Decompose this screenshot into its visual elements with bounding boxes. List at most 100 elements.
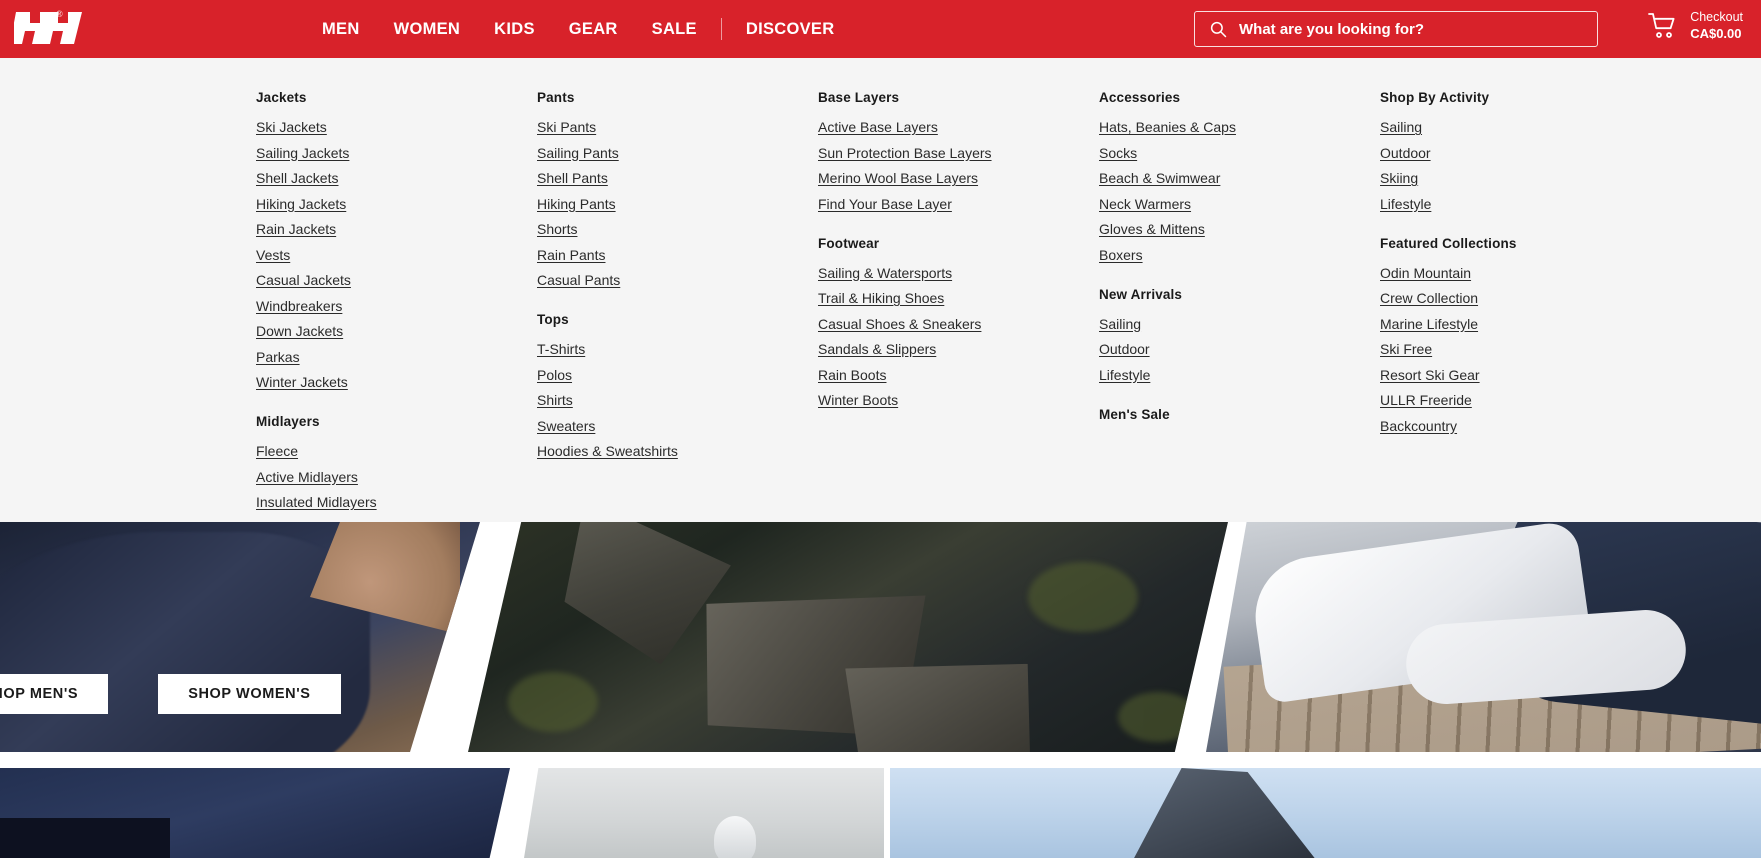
mega-menu-group-tops: Tops T-Shirts Polos Shirts Sweaters Hood…: [537, 312, 818, 459]
link-activity-lifestyle[interactable]: Lifestyle: [1380, 196, 1431, 212]
group-heading-mens-sale[interactable]: Men's Sale: [1099, 407, 1380, 422]
nav-item-men[interactable]: MEN: [305, 0, 377, 58]
group-heading-pants: Pants: [537, 90, 575, 105]
link-t-shirts[interactable]: T-Shirts: [537, 341, 585, 357]
link-activity-outdoor[interactable]: Outdoor: [1380, 145, 1431, 161]
link-rain-boots[interactable]: Rain Boots: [818, 367, 886, 383]
mega-menu-columns: Jackets Ski Jackets Sailing Jackets Shel…: [0, 90, 1761, 534]
hero-image-moss-2: [1028, 562, 1138, 632]
link-shorts[interactable]: Shorts: [537, 221, 577, 237]
link-hats-beanies-caps[interactable]: Hats, Beanies & Caps: [1099, 119, 1236, 135]
link-ski-pants[interactable]: Ski Pants: [537, 119, 596, 135]
link-rain-pants[interactable]: Rain Pants: [537, 247, 605, 263]
link-shirts[interactable]: Shirts: [537, 392, 573, 408]
link-backcountry[interactable]: Backcountry: [1380, 418, 1457, 434]
link-sandals-slippers[interactable]: Sandals & Slippers: [818, 341, 936, 357]
link-marine-lifestyle[interactable]: Marine Lifestyle: [1380, 316, 1478, 332]
shopping-cart-icon: [1648, 13, 1675, 38]
link-winter-jackets[interactable]: Winter Jackets: [256, 374, 348, 390]
link-vests[interactable]: Vests: [256, 247, 290, 263]
link-polos[interactable]: Polos: [537, 367, 572, 383]
link-down-jackets[interactable]: Down Jackets: [256, 323, 343, 339]
group-heading-accessories: Accessories: [1099, 90, 1181, 105]
mega-menu-group-shop-by-activity: Shop By Activity Sailing Outdoor Skiing …: [1380, 90, 1661, 212]
group-heading-new-arrivals: New Arrivals: [1099, 286, 1183, 302]
link-hiking-pants[interactable]: Hiking Pants: [537, 196, 616, 212]
nav-item-discover[interactable]: DISCOVER: [729, 0, 852, 58]
link-new-arrivals-outdoor[interactable]: Outdoor: [1099, 341, 1150, 357]
link-ski-free[interactable]: Ski Free: [1380, 341, 1432, 357]
nav-item-women[interactable]: WOMEN: [377, 0, 478, 58]
mega-menu-group-base-layers: Base Layers Active Base Layers Sun Prote…: [818, 90, 1099, 212]
category-tile-3[interactable]: [890, 768, 1761, 858]
link-casual-pants[interactable]: Casual Pants: [537, 272, 620, 288]
group-heading-featured-collections: Featured Collections: [1380, 235, 1517, 251]
checkout-button[interactable]: Checkout CA$0.00: [1648, 10, 1743, 42]
link-find-your-base-layer[interactable]: Find Your Base Layer: [818, 196, 952, 212]
group-heading-midlayers: Midlayers: [256, 414, 320, 429]
link-new-arrivals-lifestyle[interactable]: Lifestyle: [1099, 367, 1150, 383]
link-hoodies-sweatshirts[interactable]: Hoodies & Sweatshirts: [537, 443, 678, 459]
hero-panel-mountain-rock[interactable]: [468, 522, 1228, 752]
site-header: ® MEN WOMEN KIDS GEAR SALE DISCOVER Chec…: [0, 0, 1761, 58]
nav-item-kids[interactable]: KIDS: [477, 0, 552, 58]
link-parkas[interactable]: Parkas: [256, 349, 300, 365]
hero-image-moss-3: [1118, 692, 1198, 742]
link-socks[interactable]: Socks: [1099, 145, 1137, 161]
hero-image-jacket-fabric: [0, 532, 370, 752]
link-winter-boots[interactable]: Winter Boots: [818, 392, 898, 408]
link-sweaters[interactable]: Sweaters: [537, 418, 595, 434]
link-neck-warmers[interactable]: Neck Warmers: [1099, 196, 1191, 212]
hero-panel-sailing-jacket[interactable]: [0, 522, 480, 752]
hero-button-group: SHOP MEN'S SHOP WOMEN'S: [0, 674, 341, 714]
nav-item-sale[interactable]: SALE: [635, 0, 714, 58]
link-ullr-freeride[interactable]: ULLR Freeride: [1380, 392, 1472, 408]
link-new-arrivals-sailing[interactable]: Sailing: [1099, 316, 1141, 332]
nav-item-gear[interactable]: GEAR: [552, 0, 635, 58]
category-tile-2[interactable]: [524, 768, 884, 858]
category-tile-1[interactable]: [0, 768, 510, 858]
mega-menu-group-accessories: Accessories Hats, Beanies & Caps Socks B…: [1099, 90, 1380, 263]
link-fleece[interactable]: Fleece: [256, 443, 298, 459]
link-merino-wool-base-layers[interactable]: Merino Wool Base Layers: [818, 170, 978, 186]
link-rain-jackets[interactable]: Rain Jackets: [256, 221, 336, 237]
hh-logo-icon: [10, 12, 82, 44]
link-casual-shoes-sneakers[interactable]: Casual Shoes & Sneakers: [818, 316, 981, 332]
link-active-midlayers[interactable]: Active Midlayers: [256, 469, 358, 485]
mega-menu-column-2: Pants Ski Pants Sailing Pants Shell Pant…: [537, 90, 818, 534]
link-trail-hiking-shoes[interactable]: Trail & Hiking Shoes: [818, 290, 944, 306]
shop-womens-button[interactable]: SHOP WOMEN'S: [158, 674, 341, 714]
link-sun-protection-base-layers[interactable]: Sun Protection Base Layers: [818, 145, 992, 161]
link-boxers[interactable]: Boxers: [1099, 247, 1143, 263]
link-windbreakers[interactable]: Windbreakers: [256, 298, 342, 314]
link-sailing-pants[interactable]: Sailing Pants: [537, 145, 619, 161]
group-heading-jackets: Jackets: [256, 90, 307, 105]
hero-panel-lifestyle-deck[interactable]: [1206, 522, 1761, 752]
mega-menu-group-footwear: Footwear Sailing & Watersports Trail & H…: [818, 236, 1099, 409]
tile-3-mountain-peak: [1128, 768, 1323, 858]
link-activity-skiing[interactable]: Skiing: [1380, 170, 1418, 186]
link-odin-mountain[interactable]: Odin Mountain: [1380, 265, 1471, 281]
hh-logo[interactable]: [10, 10, 84, 46]
link-resort-ski-gear[interactable]: Resort Ski Gear: [1380, 367, 1480, 383]
search-input[interactable]: [1239, 20, 1569, 38]
link-crew-collection[interactable]: Crew Collection: [1380, 290, 1478, 306]
link-ski-jackets[interactable]: Ski Jackets: [256, 119, 327, 135]
group-heading-shop-by-activity: Shop By Activity: [1380, 90, 1490, 105]
link-active-base-layers[interactable]: Active Base Layers: [818, 119, 938, 135]
primary-nav: MEN WOMEN KIDS GEAR SALE DISCOVER: [305, 0, 851, 58]
link-insulated-midlayers[interactable]: Insulated Midlayers: [256, 494, 377, 510]
link-beach-swimwear[interactable]: Beach & Swimwear: [1099, 170, 1220, 186]
link-sailing-watersports[interactable]: Sailing & Watersports: [818, 265, 952, 281]
link-hiking-jackets[interactable]: Hiking Jackets: [256, 196, 346, 212]
link-shell-jackets[interactable]: Shell Jackets: [256, 170, 338, 186]
link-casual-jackets[interactable]: Casual Jackets: [256, 272, 351, 288]
shop-mens-button[interactable]: SHOP MEN'S: [0, 674, 109, 714]
mega-menu-group-featured-collections: Featured Collections Odin Mountain Crew …: [1380, 236, 1661, 434]
search-box[interactable]: [1194, 11, 1598, 47]
link-shell-pants[interactable]: Shell Pants: [537, 170, 608, 186]
link-gloves-mittens[interactable]: Gloves & Mittens: [1099, 221, 1205, 237]
link-sailing-jackets[interactable]: Sailing Jackets: [256, 145, 349, 161]
nav-divider: [720, 18, 722, 40]
link-activity-sailing[interactable]: Sailing: [1380, 119, 1422, 135]
